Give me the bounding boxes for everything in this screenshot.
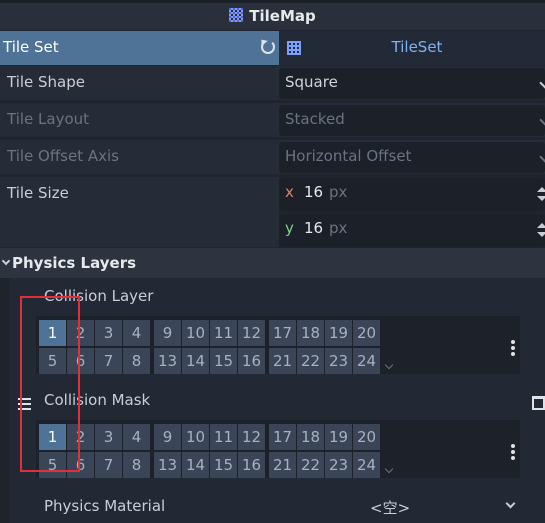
tile-layout-dropdown: Stacked (279, 105, 545, 136)
tile-shape-dropdown[interactable]: Square (279, 68, 545, 99)
layer-bit-24[interactable]: 24 (353, 348, 380, 374)
layer-bit-19[interactable]: 19 (325, 320, 352, 346)
physics-material-label: Physics Material (44, 497, 166, 515)
dropdown-arrow-icon (539, 114, 545, 126)
tile-set-property-row[interactable]: Tile Set (0, 31, 279, 65)
layer-bit-7[interactable]: 7 (95, 452, 122, 478)
layer-bit-18[interactable]: 18 (297, 424, 324, 450)
tilemap-icon (229, 8, 244, 22)
layer-bit-12[interactable]: 12 (238, 424, 265, 450)
chevron-down-icon (1, 256, 11, 266)
dropdown-arrow-icon (539, 151, 545, 163)
tile-set-value: TileSet (391, 38, 443, 56)
more-options-icon[interactable] (511, 444, 515, 462)
layer-bit-10[interactable]: 10 (182, 424, 209, 450)
layer-bit-8[interactable]: 8 (123, 452, 150, 478)
tile-set-label: Tile Set (3, 38, 59, 56)
layer-bit-13[interactable]: 13 (154, 348, 181, 374)
tile-size-y-field[interactable]: y 16 px (279, 214, 545, 247)
header-title-wrap: TileMap (0, 7, 545, 25)
tile-offset-axis-label: Tile Offset Axis (7, 147, 119, 165)
dropdown-arrow-icon (539, 77, 545, 89)
layer-bit-16[interactable]: 16 (238, 348, 265, 374)
physics-material-value: <空> (370, 499, 411, 517)
physics-material-row[interactable]: Physics Material <空> (36, 490, 520, 523)
tile-size-y-unit: px (329, 219, 348, 237)
x-axis-label: x (285, 183, 294, 201)
layer-bit-9[interactable]: 9 (154, 320, 181, 346)
layer-bit-13[interactable]: 13 (154, 452, 181, 478)
layer-bit-22[interactable]: 22 (297, 348, 324, 374)
layer-bit-15[interactable]: 15 (210, 348, 237, 374)
layer-bit-23[interactable]: 23 (325, 348, 352, 374)
spinner-icon[interactable] (537, 223, 545, 237)
expand-caret-icon[interactable] (384, 464, 394, 474)
tile-shape-value: Square (285, 73, 338, 91)
layer-bit-11[interactable]: 11 (210, 320, 237, 346)
layer-bit-21[interactable]: 21 (269, 452, 296, 478)
layer-bit-4[interactable]: 4 (123, 320, 150, 346)
layer-bit-9[interactable]: 9 (154, 424, 181, 450)
tile-offset-axis-dropdown: Horizontal Offset (279, 142, 545, 173)
layer-bit-23[interactable]: 23 (325, 452, 352, 478)
tile-shape-label: Tile Shape (7, 73, 86, 91)
physics-layers-section-header[interactable]: Physics Layers (0, 248, 545, 278)
tile-layout-row: Tile Layout Stacked (0, 103, 545, 137)
tile-offset-axis-value: Horizontal Offset (285, 147, 412, 165)
layer-bit-18[interactable]: 18 (297, 320, 324, 346)
tile-offset-axis-row: Tile Offset Axis Horizontal Offset (0, 140, 545, 174)
tile-set-resource-button[interactable]: TileSet (279, 31, 545, 65)
layer-bit-19[interactable]: 19 (325, 424, 352, 450)
chevron-down-icon[interactable] (505, 498, 516, 509)
tile-layout-value: Stacked (285, 110, 345, 128)
tile-size-label: Tile Size (7, 184, 69, 202)
layer-bit-24[interactable]: 24 (353, 452, 380, 478)
layer-bit-14[interactable]: 14 (182, 348, 209, 374)
spinner-icon[interactable] (537, 187, 545, 201)
more-options-icon[interactable] (511, 340, 515, 358)
layer-bit-8[interactable]: 8 (123, 348, 150, 374)
header-title: TileMap (249, 7, 316, 25)
tile-layout-label: Tile Layout (7, 110, 90, 128)
trash-icon[interactable] (532, 396, 545, 410)
tile-size-x-unit: px (329, 183, 348, 201)
layer-bit-7[interactable]: 7 (95, 348, 122, 374)
tile-size-y-value: 16 (304, 219, 324, 237)
inspector-header: TileMap (0, 0, 545, 30)
layer-bit-21[interactable]: 21 (269, 348, 296, 374)
layer-bit-3[interactable]: 3 (95, 320, 122, 346)
layer-bit-14[interactable]: 14 (182, 452, 209, 478)
collision-layer-grid: 1 2 3 4 9 10 11 12 17 18 19 20 5 6 7 8 13 14 15 16 21 22 23 24 (36, 316, 520, 374)
revert-icon[interactable] (261, 40, 275, 54)
layer-bit-4[interactable]: 4 (123, 424, 150, 450)
expand-caret-icon[interactable] (384, 360, 394, 370)
layer-bit-3[interactable]: 3 (95, 424, 122, 450)
layer-bit-20[interactable]: 20 (353, 424, 380, 450)
tile-shape-row: Tile Shape Square (0, 66, 545, 100)
layer-bit-17[interactable]: 17 (269, 320, 296, 346)
tile-size-x-field[interactable]: x 16 px (279, 178, 545, 211)
layer-bit-15[interactable]: 15 (210, 452, 237, 478)
layer-bit-16[interactable]: 16 (238, 452, 265, 478)
highlight-annotation (20, 296, 80, 472)
layer-bit-22[interactable]: 22 (297, 452, 324, 478)
layer-bit-12[interactable]: 12 (238, 320, 265, 346)
section-indent-bar (0, 278, 10, 523)
physics-layers-title: Physics Layers (12, 254, 137, 272)
collision-mask-grid: 1 2 3 4 9 10 11 12 17 18 19 20 5 6 7 8 13 14 15 16 21 22 23 24 (36, 420, 520, 478)
layer-bit-11[interactable]: 11 (210, 424, 237, 450)
layer-bit-17[interactable]: 17 (269, 424, 296, 450)
tile-size-x-value: 16 (304, 183, 324, 201)
tile-size-row: Tile Size (0, 177, 279, 247)
layer-bit-20[interactable]: 20 (353, 320, 380, 346)
layer-bit-10[interactable]: 10 (182, 320, 209, 346)
y-axis-label: y (285, 219, 294, 237)
